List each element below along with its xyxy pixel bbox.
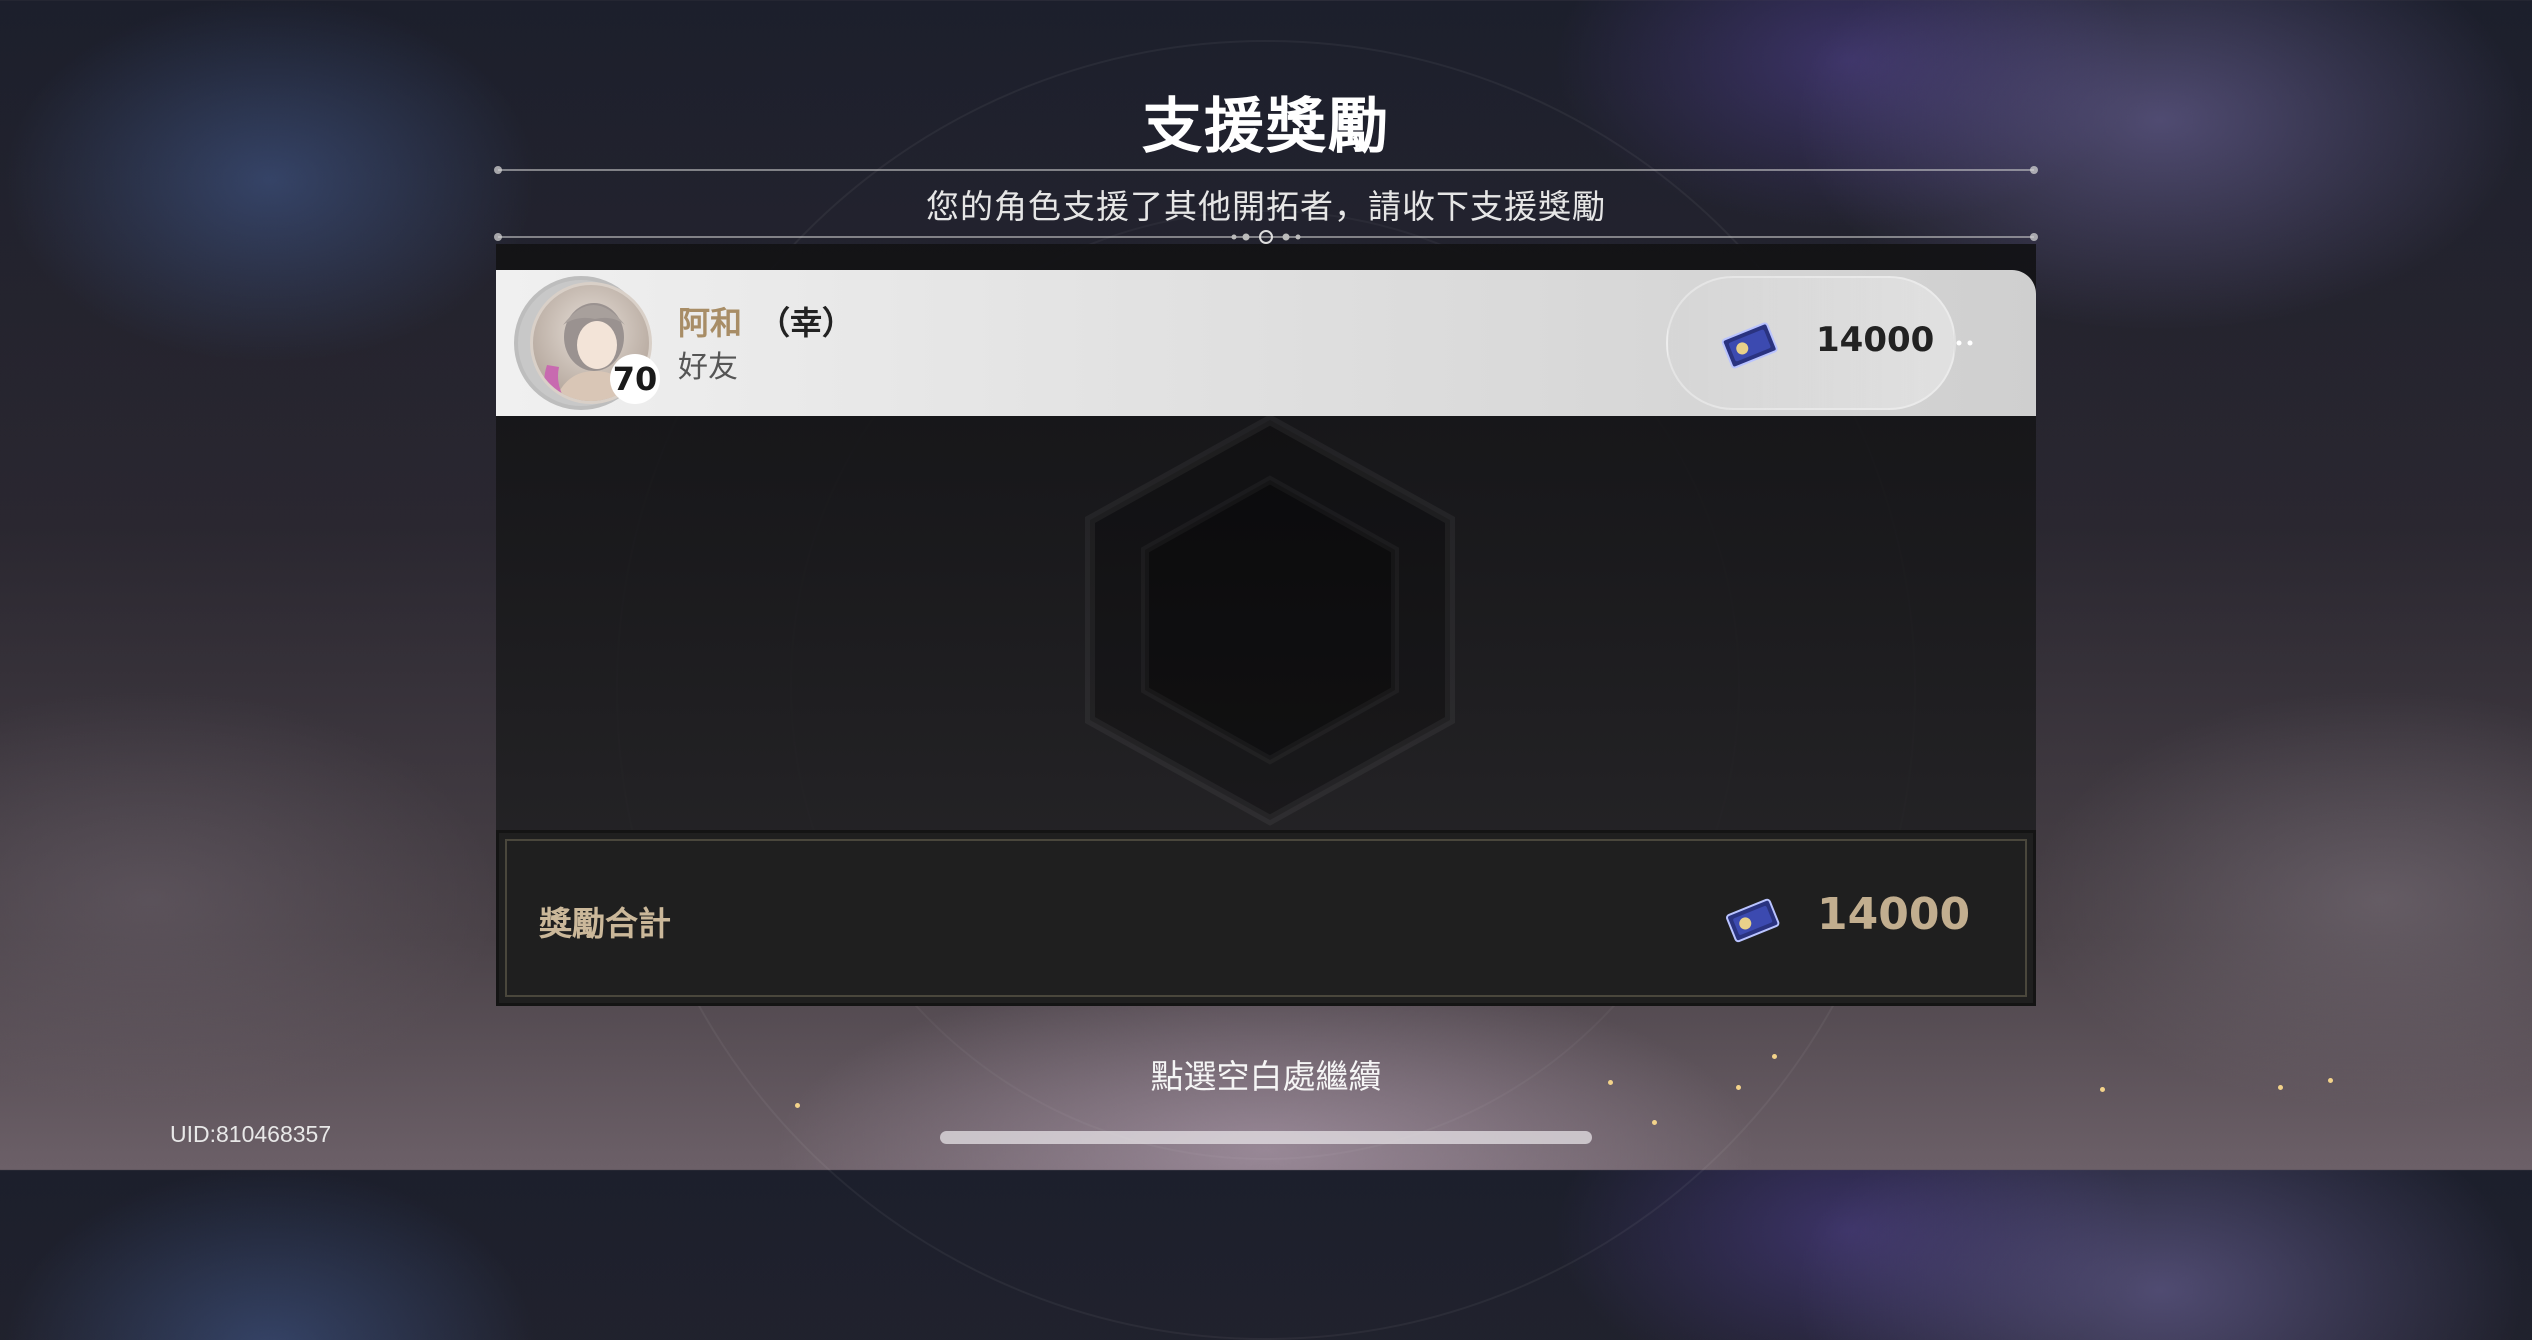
title-divider-top xyxy=(494,166,2038,174)
hexagon-emblem-icon xyxy=(1085,414,1455,826)
friend-name: 阿和 xyxy=(678,304,743,342)
star-rail-pass-icon xyxy=(1721,322,1778,369)
level-badge: 70 xyxy=(610,354,660,404)
sparkle xyxy=(795,1103,800,1108)
total-frame xyxy=(505,839,2027,997)
sparkle xyxy=(1652,1120,1657,1125)
divider-ornament-icon xyxy=(1231,230,1301,244)
support-reward-entry[interactable]: 70 阿和 （幸） 好友 14000 xyxy=(496,270,2036,416)
dialog-title: 支援獎勵 xyxy=(1142,92,1390,162)
continue-hint: 點選空白處繼續 xyxy=(1150,1057,1382,1096)
total-amount: 14000 xyxy=(1817,889,1971,940)
dots-ornament-icon xyxy=(1956,340,1973,346)
reward-total-panel: 獎勵合計 14000 xyxy=(496,830,2036,1006)
friend-character-name: （幸） xyxy=(758,304,855,342)
uid-label: UID:810468357 xyxy=(170,1121,332,1147)
friend-relation: 好友 xyxy=(678,350,738,385)
reward-amount: 14000 xyxy=(1816,320,1935,360)
home-indicator[interactable] xyxy=(940,1131,1592,1144)
star-rail-pass-icon xyxy=(1726,898,1780,943)
total-label: 獎勵合計 xyxy=(539,904,671,943)
dialog-subtitle: 您的角色支援了其他開拓者，請收下支援獎勵 xyxy=(926,187,1606,226)
